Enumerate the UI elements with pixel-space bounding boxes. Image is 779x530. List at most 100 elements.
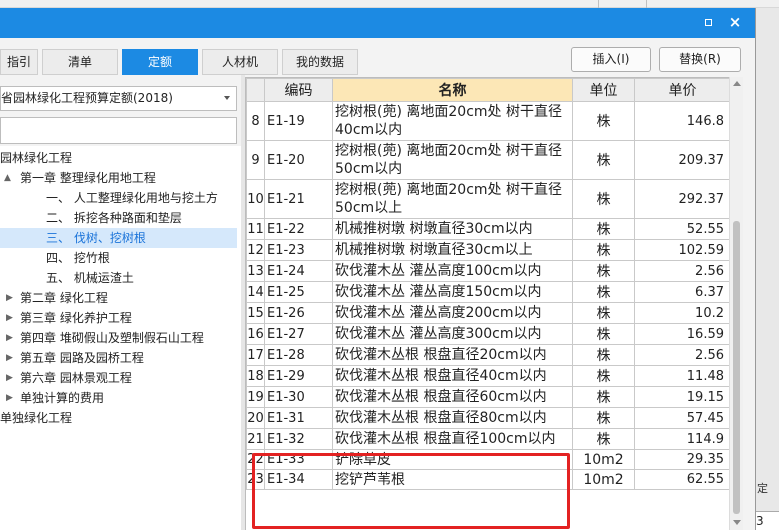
tab-bill[interactable]: 清单 [42, 49, 118, 75]
table-row[interactable]: 11 E1-22 机械推树墩 树墩直径30cm以内株 52.55 [246, 218, 729, 240]
tree-node[interactable]: 第六章 园林景观工程 [20, 368, 132, 388]
unit-cell: 株 [572, 344, 635, 366]
tree-node[interactable]: 五、 机械运渣土 [46, 268, 134, 288]
code-column-header[interactable]: 编码 [264, 78, 333, 102]
background-window [755, 8, 779, 530]
table-row[interactable]: 13 E1-24 砍伐灌木丛 灌丛高度100cm以内株 2.56 [246, 260, 729, 282]
expand-arrow-icon[interactable]: ▶ [6, 348, 13, 368]
expand-arrow-icon[interactable]: ▶ [6, 328, 13, 348]
code-cell: E1-21 [264, 179, 333, 219]
row-number-cell: 13 [246, 260, 265, 282]
code-cell: E1-27 [264, 323, 333, 345]
quota-library-select[interactable]: 省园林绿化工程预算定额(2018) [0, 86, 237, 111]
divider [646, 0, 647, 8]
tab-quota[interactable]: 定额 [122, 49, 198, 75]
scroll-up-icon[interactable] [733, 81, 741, 86]
row-number-cell: 14 [246, 281, 265, 303]
unit-cell: 株 [572, 218, 635, 240]
tree-node[interactable]: 第一章 整理绿化用地工程 [20, 168, 156, 188]
name-cell: 砍伐灌木丛 灌丛高度150cm以内 [332, 281, 573, 303]
tree-node[interactable]: 第二章 绿化工程 [20, 288, 108, 308]
expand-arrow-icon[interactable]: ▶ [6, 288, 13, 308]
table-row[interactable]: 18 E1-29 砍伐灌木丛根 根盘直径40cm以内株 11.48 [246, 365, 729, 387]
unit-cell: 株 [572, 281, 635, 303]
row-number-cell: 17 [246, 344, 265, 366]
maximize-icon[interactable] [701, 15, 717, 31]
tab-materials[interactable]: 人材机 [202, 49, 278, 75]
table-row[interactable]: 20 E1-31 砍伐灌木丛根 根盘直径80cm以内株 57.45 [246, 407, 729, 429]
top-strip [0, 0, 779, 8]
price-cell: 146.8 [634, 101, 729, 141]
insert-button[interactable]: 插入(I) [571, 47, 651, 72]
expand-arrow-icon[interactable]: ▶ [6, 368, 13, 388]
tab-my-data[interactable]: 我的数据 [282, 49, 358, 75]
table-row[interactable]: 21 E1-32 砍伐灌木丛根 根盘直径100cm以内株 114.9 [246, 428, 729, 450]
tree-node[interactable]: 单独绿化工程 [0, 408, 72, 428]
price-cell: 62.55 [634, 469, 729, 490]
row-number-cell: 15 [246, 302, 265, 324]
tree-node[interactable]: 二、 拆挖各种路面和垫层 [46, 208, 182, 228]
row-number-cell: 21 [246, 428, 265, 450]
close-icon[interactable]: × [726, 13, 744, 31]
unit-cell: 株 [572, 239, 635, 261]
table-row[interactable]: 16 E1-27 砍伐灌木丛 灌丛高度300cm以内株 16.59 [246, 323, 729, 345]
tree-node-label: 第三章 绿化养护工程 [20, 311, 132, 325]
tree-node[interactable]: 第五章 园路及园桥工程 [20, 348, 144, 368]
tab-guide[interactable]: 指引 [0, 49, 38, 75]
tree-node-selected[interactable]: 三、 伐树、挖树根 [0, 228, 237, 248]
name-cell: 砍伐灌木丛根 根盘直径60cm以内 [332, 386, 573, 408]
scroll-thumb[interactable] [733, 221, 740, 514]
quota-library-value: 省园林绿化工程预算定额(2018) [1, 91, 173, 105]
row-number-cell: 8 [246, 101, 265, 141]
tree-node[interactable]: 四、 挖竹根 [46, 248, 110, 268]
tree-node-label: 单独计算的费用 [20, 391, 105, 405]
tree-node-label: 第四章 堆砌假山及塑制假石山工程 [20, 331, 204, 345]
tree-node-label: 园林绿化工程 [0, 151, 73, 165]
price-cell: 11.48 [634, 365, 729, 387]
side-panel-cell: 3 [756, 511, 779, 530]
table-row[interactable]: 19 E1-30 砍伐灌木丛根 根盘直径60cm以内株 19.15 [246, 386, 729, 408]
tree-node[interactable]: 园林绿化工程 [0, 148, 72, 168]
code-cell: E1-23 [264, 239, 333, 261]
name-column-header[interactable]: 名称 [332, 78, 573, 102]
tree-node-label: 第六章 园林景观工程 [20, 371, 132, 385]
table-row[interactable]: 12 E1-23 机械推树墩 树墩直径30cm以上株 102.59 [246, 239, 729, 261]
code-cell: E1-29 [264, 365, 333, 387]
tree-node[interactable]: 一、 人工整理绿化用地与挖土方 [46, 188, 218, 208]
table-row[interactable]: 10 E1-21 挖树根(蔸) 离地面20cm处 树干直径50cm以上株 292.37 [246, 179, 729, 219]
code-cell: E1-24 [264, 260, 333, 282]
table-row[interactable]: 9 E1-20 挖树根(蔸) 离地面20cm处 树干直径50cm以内株 209.37 [246, 140, 729, 180]
chevron-down-icon[interactable] [224, 96, 230, 100]
code-cell: E1-26 [264, 302, 333, 324]
chapter-tree: 园林绿化工程 ▲ 第一章 整理绿化用地工程 一、 人工整理绿化用地与挖土方 二、… [0, 146, 241, 530]
expand-arrow-icon[interactable]: ▶ [6, 308, 13, 328]
price-cell: 29.35 [634, 449, 729, 470]
unit-cell: 株 [572, 323, 635, 345]
collapse-arrow-icon[interactable]: ▲ [4, 168, 11, 188]
code-cell: E1-31 [264, 407, 333, 429]
tree-node-label: 二、 拆挖各种路面和垫层 [46, 211, 182, 225]
table-row[interactable]: 15 E1-26 砍伐灌木丛 灌丛高度200cm以内株 10.2 [246, 302, 729, 324]
code-cell: E1-25 [264, 281, 333, 303]
unit-column-header[interactable]: 单位 [572, 78, 635, 102]
price-column-header[interactable]: 单价 [634, 78, 729, 102]
table-row[interactable]: 8 E1-19 挖树根(蔸) 离地面20cm处 树干直径40cm以内株 146.8 [246, 101, 729, 141]
tree-node-label: 第五章 园路及园桥工程 [20, 351, 144, 365]
table-row[interactable]: 17 E1-28 砍伐灌木丛根 根盘直径20cm以内株 2.56 [246, 344, 729, 366]
scroll-down-icon[interactable] [733, 520, 741, 525]
search-input[interactable] [0, 117, 237, 144]
unit-cell: 株 [572, 386, 635, 408]
tree-node[interactable]: 单独计算的费用 [20, 388, 104, 408]
vertical-scrollbar[interactable] [729, 77, 743, 530]
row-number-cell: 10 [246, 179, 265, 219]
row-number-cell: 19 [246, 386, 265, 408]
price-cell: 102.59 [634, 239, 729, 261]
row-number-cell: 20 [246, 407, 265, 429]
tree-node[interactable]: 第四章 堆砌假山及塑制假石山工程 [20, 328, 204, 348]
table-header-row: 编码 名称 单位 单价 [246, 78, 729, 102]
expand-arrow-icon[interactable]: ▶ [6, 388, 13, 408]
row-number-cell: 9 [246, 140, 265, 180]
replace-button[interactable]: 替换(R) [659, 47, 741, 72]
table-row[interactable]: 14 E1-25 砍伐灌木丛 灌丛高度150cm以内株 6.37 [246, 281, 729, 303]
tree-node[interactable]: 第三章 绿化养护工程 [20, 308, 132, 328]
